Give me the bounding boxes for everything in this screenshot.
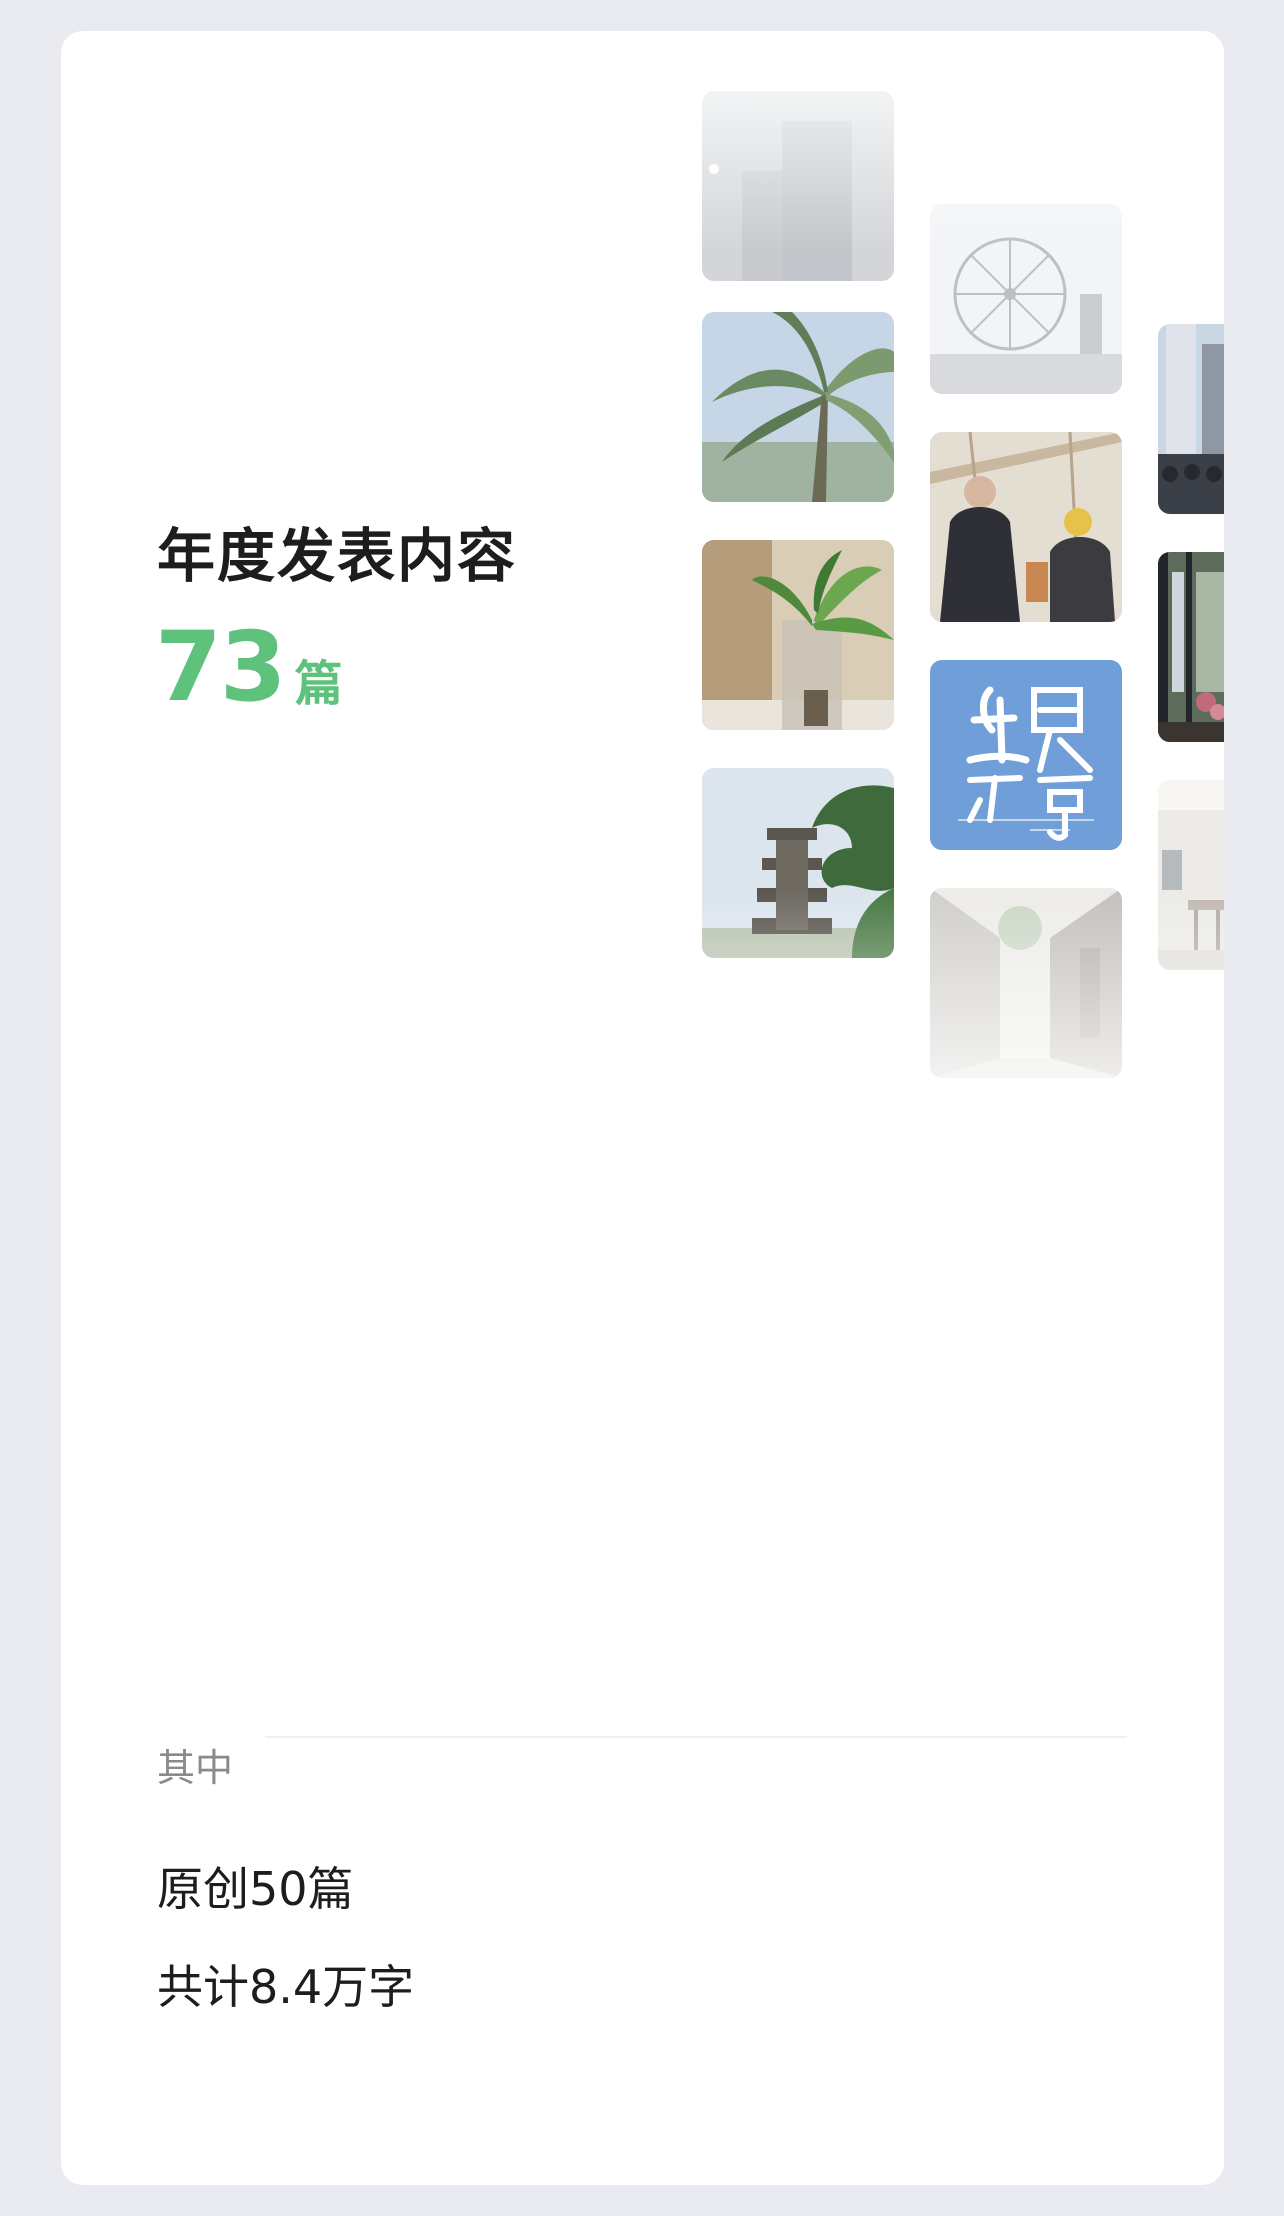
photo-children-playground [930,432,1122,622]
photo-potted-plant [702,540,894,730]
article-count: 73 篇 [155,611,343,723]
article-count-value: 73 [155,611,287,723]
photo-calligraphy-poster [930,660,1122,850]
photo-cafe-window [1158,552,1224,742]
photo-station-crowd [1158,324,1224,514]
total-word-count: 共计8.4万字 [157,1960,415,2014]
divider [265,1736,1127,1738]
annual-summary-card: 年度发表内容 73 篇 其中 原创50篇 共计8.4万字 [61,31,1224,2185]
photo-palm-tree [702,312,894,502]
photo-ferris-wheel [930,204,1122,394]
photo-cafe-interior [1158,780,1224,970]
breakdown-label: 其中 [157,1746,234,1790]
photo-old-alley [930,888,1122,1078]
article-count-unit: 篇 [294,656,343,712]
photo-building-night [702,91,894,281]
page-title: 年度发表内容 [157,522,518,590]
original-article-count: 原创50篇 [157,1862,354,1916]
photo-pagoda-pine [702,768,894,958]
